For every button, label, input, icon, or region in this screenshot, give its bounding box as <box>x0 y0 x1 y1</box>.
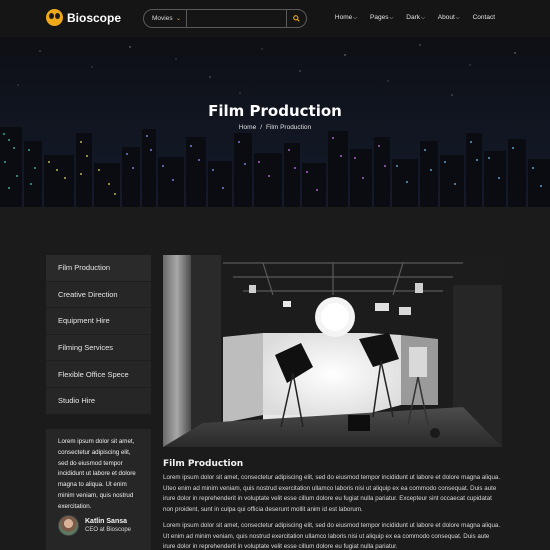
nav-contact-label: Contact <box>472 14 495 21</box>
author-name: Katlin Sansa <box>85 518 128 525</box>
testimonial-author: Katlin Sansa CEO at Bioscope <box>58 515 131 536</box>
search-button[interactable] <box>286 10 306 27</box>
nav-home[interactable]: Home⌵ <box>335 14 357 21</box>
nav-dark-label: Dark <box>406 14 420 21</box>
sidebar-item-studio-hire[interactable]: Studio Hire <box>46 387 151 415</box>
owl-logo-icon <box>46 9 63 26</box>
page-hero-banner: Film Production Home / Film Production <box>0 37 550 207</box>
chevron-down-icon: ⌵ <box>421 15 425 21</box>
nav-contact[interactable]: Contact <box>473 14 495 21</box>
sidebar-item-flexible-office-space[interactable]: Flexible Office Spece <box>46 361 151 388</box>
breadcrumb: Home / Film Production <box>0 124 550 131</box>
page-title: Film Production <box>208 102 342 120</box>
testimonial-card: Lorem ipsum dolor sit amet, consectetur … <box>46 429 151 550</box>
nav-about[interactable]: About⌵ <box>438 14 460 21</box>
chevron-down-icon: ⌄ <box>175 16 181 22</box>
sidebar-item-film-production[interactable]: Film Production <box>46 255 151 282</box>
author-role: CEO at Bioscope <box>85 527 132 533</box>
testimonial-text: Lorem ipsum dolor sit amet, consectetur … <box>58 438 136 510</box>
nav-about-label: About <box>437 14 455 21</box>
brand-logo[interactable]: Bioscope <box>46 9 121 26</box>
search-bar: Movies ⌄ <box>143 9 307 28</box>
nav-pages[interactable]: Pages⌵ <box>370 14 393 21</box>
breadcrumb-current: Film Production <box>266 124 312 131</box>
breadcrumb-home-link[interactable]: Home <box>239 124 256 131</box>
chevron-down-icon: ⌵ <box>353 15 358 21</box>
sidebar-item-filming-services[interactable]: Filming Services <box>46 334 151 362</box>
service-sidebar-menu: Film Production Creative Direction Equip… <box>46 255 151 415</box>
nav-home-label: Home <box>334 14 353 21</box>
content-paragraph-2: Lorem ipsum dolor sit amet, consectetur … <box>163 522 501 550</box>
content-title: Film Production <box>163 459 244 469</box>
search-input[interactable] <box>187 10 286 27</box>
content-paragraph-1: Lorem ipsum dolor sit amet, consectetur … <box>163 474 501 513</box>
breadcrumb-separator: / <box>260 124 262 131</box>
chevron-down-icon: ⌵ <box>455 15 460 21</box>
nav-dark[interactable]: Dark⌵ <box>406 14 425 21</box>
chevron-down-icon: ⌵ <box>389 15 394 21</box>
search-category-select[interactable]: Movies ⌄ <box>144 10 187 27</box>
top-navigation-bar: Bioscope Movies ⌄ Home⌵ Pages⌵ Dark⌵ Abo… <box>0 0 550 37</box>
studio-photo <box>163 255 502 447</box>
main-menu: Home⌵ Pages⌵ Dark⌵ About⌵ Contact <box>322 14 495 21</box>
nav-pages-label: Pages <box>370 14 389 21</box>
search-icon <box>293 15 300 22</box>
sidebar-item-creative-direction[interactable]: Creative Direction <box>46 281 151 309</box>
brand-name: Bioscope <box>67 10 122 25</box>
sidebar-item-equipment-hire[interactable]: Equipment Hire <box>46 308 151 335</box>
avatar <box>58 515 79 536</box>
search-category-label: Movies <box>152 15 173 22</box>
city-skyline-illustration <box>0 44 550 207</box>
